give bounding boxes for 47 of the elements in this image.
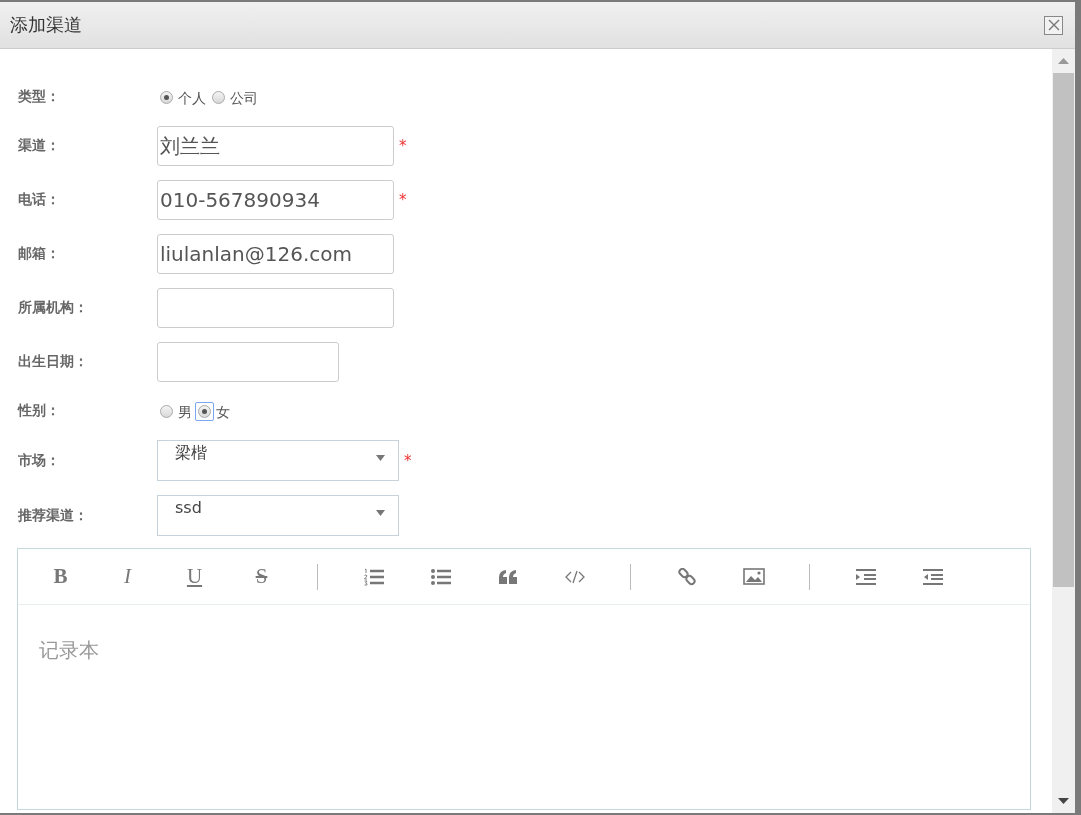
quote-icon (498, 569, 517, 584)
field-label: 邮箱： (17, 245, 61, 263)
link-icon (677, 567, 696, 586)
window-title: 添加渠道 (10, 13, 82, 37)
outdent-icon (922, 568, 943, 585)
close-button[interactable] (1044, 15, 1063, 35)
required-mark: * (404, 451, 412, 470)
field-label: 性别： (17, 402, 61, 420)
input-field[interactable]: 010-567890934 (157, 180, 394, 220)
radio-button[interactable] (212, 90, 225, 104)
code-icon (564, 569, 585, 584)
input-field[interactable]: 刘兰兰 (157, 126, 394, 166)
radio-button[interactable] (160, 404, 173, 418)
bullet-list-icon (430, 568, 451, 585)
ordered-list-icon (363, 567, 384, 586)
radio-button[interactable] (198, 404, 211, 418)
field-label: 类型： (17, 88, 61, 106)
field-label: 所属机构： (17, 299, 89, 317)
radio-label: 男 (178, 404, 192, 422)
field-label: 市场： (17, 451, 61, 470)
scrollbar-thumb[interactable] (1053, 73, 1074, 587)
radio-label: 公司 (230, 90, 258, 108)
italic-button[interactable]: I (94, 558, 161, 595)
field-label: 出生日期： (17, 353, 89, 371)
indent-icon (855, 568, 876, 585)
strikethrough-button[interactable]: S (228, 558, 295, 595)
radio-label: 个人 (178, 90, 206, 108)
required-mark: * (399, 137, 407, 155)
scroll-down-icon[interactable] (1058, 798, 1069, 804)
scroll-up-icon[interactable] (1058, 58, 1069, 64)
input-field[interactable]: liulanlan@126.com (157, 234, 394, 274)
caret-icon (376, 510, 385, 516)
field-label: 电话： (17, 191, 61, 209)
date-field[interactable] (157, 342, 339, 382)
caret-icon (376, 455, 385, 461)
bold-button[interactable]: B (27, 558, 94, 595)
select-dropdown[interactable]: ssd (157, 495, 399, 536)
field-label: 渠道： (17, 137, 61, 155)
required-mark: * (399, 191, 407, 209)
radio-button[interactable] (160, 90, 173, 104)
field-label: 推荐渠道： (17, 506, 89, 525)
scrollbar[interactable] (1052, 49, 1075, 813)
select-dropdown[interactable]: 梁楷 (157, 440, 399, 481)
input-field[interactable] (157, 288, 394, 328)
radio-label: 女 (216, 404, 230, 422)
underline-button[interactable]: U (161, 558, 228, 595)
image-icon (742, 568, 765, 585)
